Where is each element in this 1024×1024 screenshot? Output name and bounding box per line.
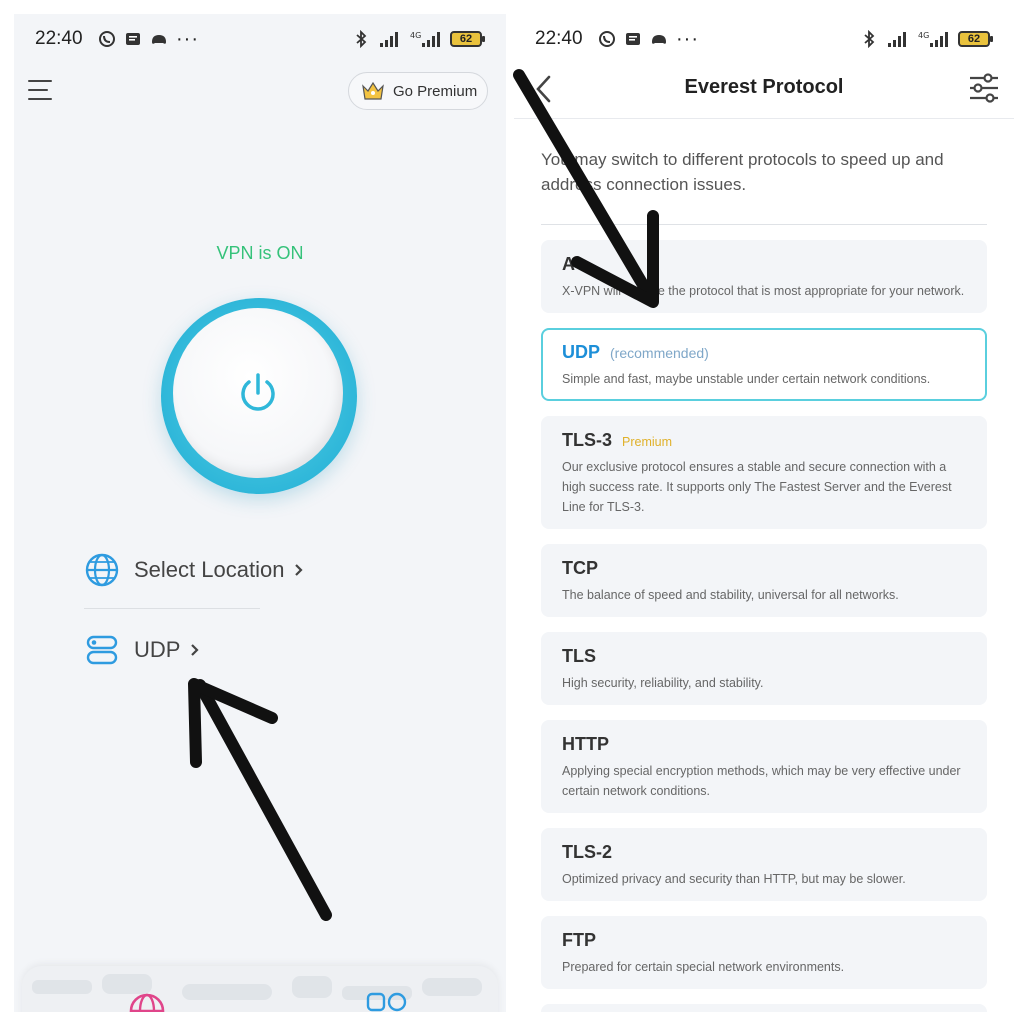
protocol-description: Our exclusive protocol ensures a stable … [562,460,952,514]
signal-icon [888,32,906,47]
select-location-label: Select Location [134,557,285,582]
protocol-screen: 22:40 ··· 4G 62 Everest Protocol You may… [514,14,1014,1012]
protocol-description: The balance of speed and stability, univ… [562,588,899,602]
protocol-description: X-VPN will choose the protocol that is m… [562,284,965,298]
description-divider [541,224,987,225]
protocol-description: Optimized privacy and security than HTTP… [562,872,906,886]
power-button[interactable] [173,308,343,478]
vpn-status-text: VPN is ON [216,243,304,263]
protocol-card-tls3[interactable]: TLS-3 Premium Our exclusive protocol ens… [541,416,987,529]
chevron-right-icon [295,564,303,576]
globe-icon [85,553,119,587]
svg-text:4G: 4G [410,31,421,40]
message-icon [626,33,640,45]
battery-indicator: 62 [958,31,993,47]
protocol-toggle-icon [86,635,118,665]
whatsapp-icon [99,31,115,47]
more-notifications: ··· [176,28,199,50]
protocol-description: Simple and fast, maybe unstable under ce… [562,372,931,386]
header-divider [514,118,1014,119]
home-screen: 22:40 ··· 4G 62 Go Premium VPN is ON Sel… [14,14,506,1012]
protocol-description: Prepared for certain special network env… [562,960,845,974]
message-icon [126,33,140,45]
page-title: Everest Protocol [684,76,844,98]
crown-icon [362,81,384,100]
protocol-card-tls2[interactable]: TLS-2 Optimized privacy and security tha… [541,828,987,901]
protocol-card-auto[interactable]: A X-VPN will choose the protocol that is… [541,240,987,313]
protocol-description: Applying special encryption methods, whi… [562,764,961,798]
protocol-description: High security, reliability, and stabilit… [562,676,764,690]
tab-location-icon[interactable] [128,992,166,1012]
protocol-name: FTP [562,930,596,950]
protocol-name: TLS-3 [562,430,613,450]
settings-sliders-icon[interactable] [968,72,1000,104]
protocol-name: TCP [562,558,598,578]
power-icon [241,373,275,411]
protocol-name: TLS-2 [562,842,613,862]
menu-button[interactable] [28,78,56,104]
protocol-card-tls[interactable]: TLS High security, reliability, and stab… [541,632,987,705]
status-time: 22:40 [35,28,83,49]
status-bar: 22:40 ··· 4G 62 [14,26,506,52]
battery-indicator: 62 [450,31,485,47]
signal-4g-icon: 4G [918,31,948,47]
world-map-pattern [32,974,482,1000]
bluetooth-icon [356,30,367,48]
more-notifications: ··· [676,28,699,50]
svg-text:4G: 4G [918,31,929,40]
protocol-label: UDP [134,637,181,662]
protocol-card-next[interactable] [541,1004,987,1012]
go-premium-label: Go Premium [393,82,478,100]
status-time: 22:40 [535,28,583,49]
menu-icon [28,80,52,82]
protocol-button[interactable]: UDP [84,632,200,668]
power-button-ring [161,298,357,494]
chevron-right-icon [191,644,200,656]
select-location-button[interactable]: Select Location [84,552,304,588]
protocol-name: TLS [562,646,596,666]
protocol-card-udp[interactable]: UDP (recommended) Simple and fast, maybe… [541,328,987,401]
game-icon [152,35,166,44]
protocol-card-http[interactable]: HTTP Applying special encryption methods… [541,720,987,813]
go-premium-button[interactable]: Go Premium [348,72,488,110]
bluetooth-icon [864,30,875,48]
tab-apps-icon[interactable] [365,992,409,1012]
signal-icon [380,32,398,47]
premium-tag: Premium [622,435,673,449]
page-description: You may switch to different protocols to… [541,150,944,194]
protocol-card-tcp[interactable]: TCP The balance of speed and stability, … [541,544,987,617]
game-icon [652,35,666,44]
protocol-name: HTTP [562,734,609,754]
row-divider [84,608,260,609]
status-bar: 22:40 ··· 4G 62 [514,26,1014,52]
bottom-navigation [22,966,498,1012]
recommended-tag: (recommended) [610,345,709,361]
protocol-name: A [562,254,575,274]
protocol-card-ftp[interactable]: FTP Prepared for certain special network… [541,916,987,989]
whatsapp-icon [599,31,615,47]
signal-4g-icon: 4G [410,31,440,47]
protocol-name: UDP [562,342,601,362]
